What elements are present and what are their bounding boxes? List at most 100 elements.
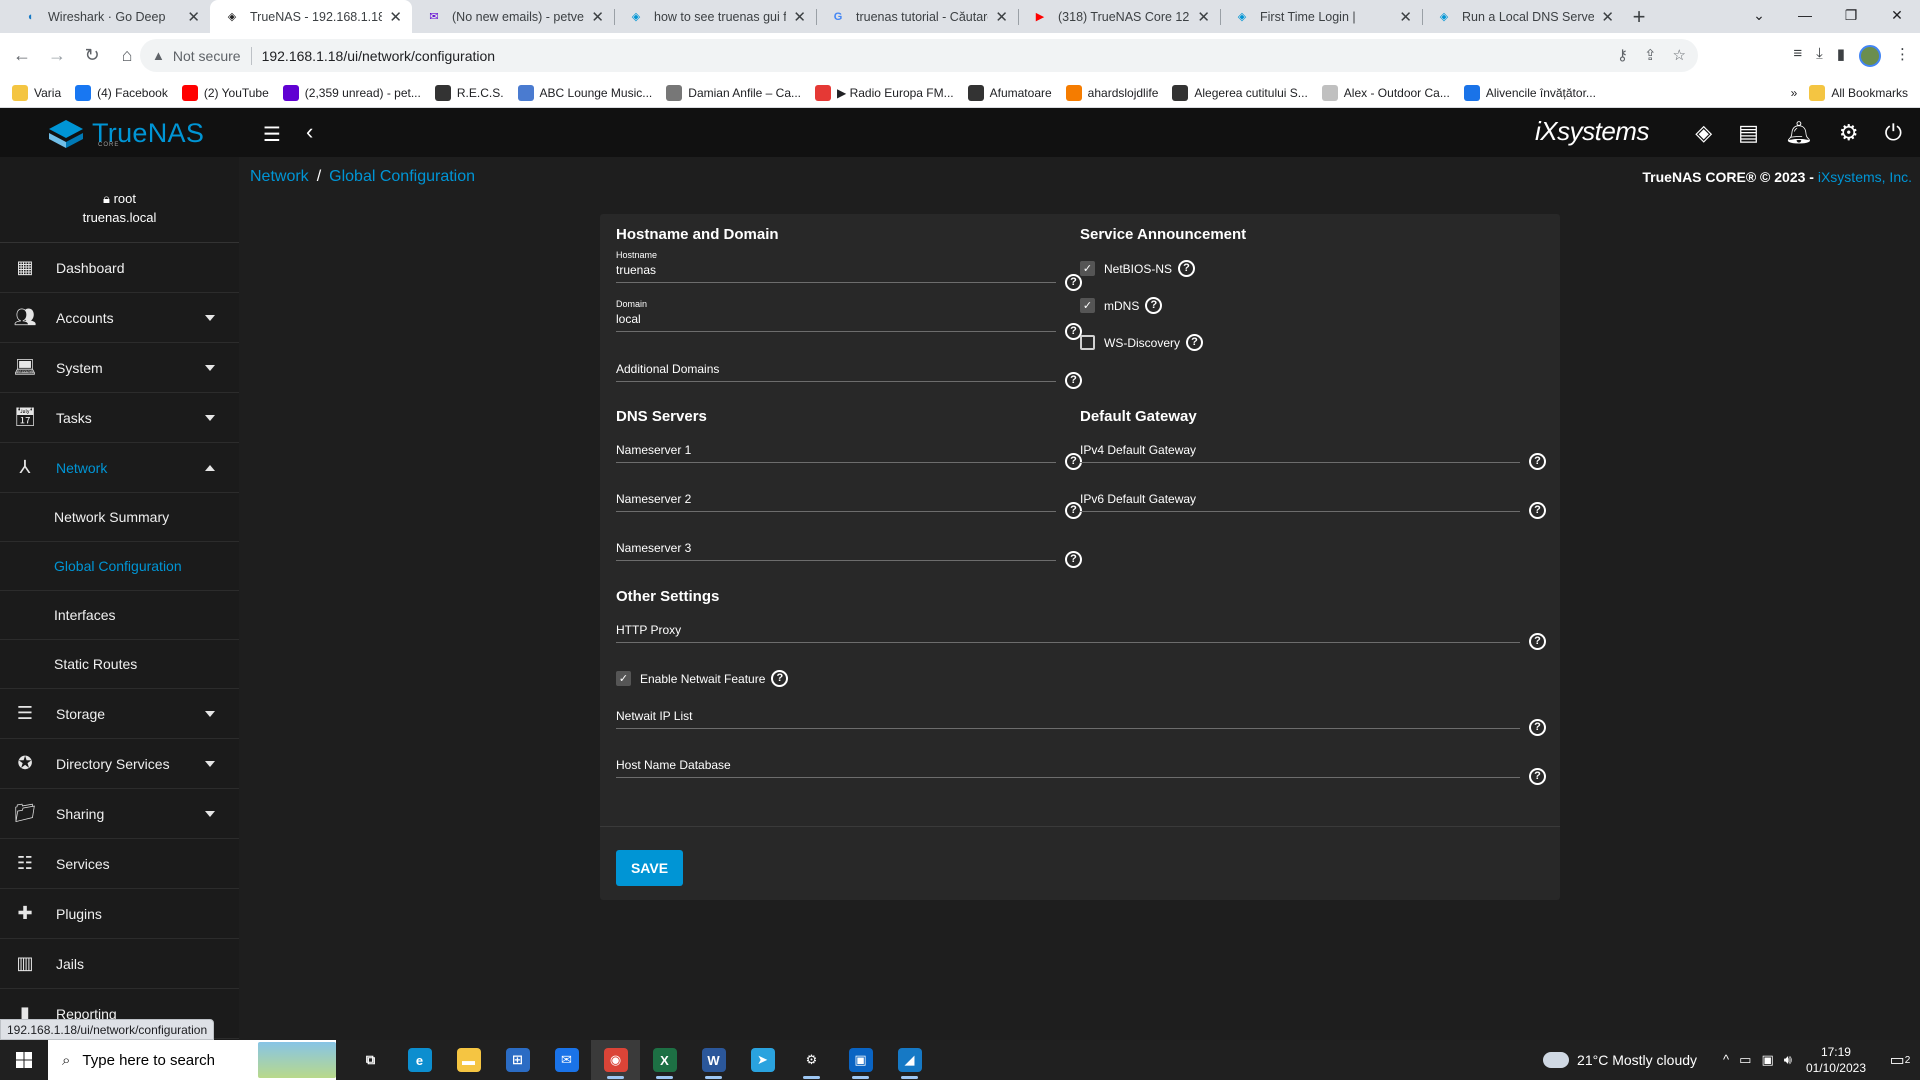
warning-icon[interactable]: ▲ <box>152 48 165 63</box>
netbios-help-icon[interactable]: ? <box>1178 260 1196 277</box>
taskbar-app-mail[interactable]: ✉ <box>542 1040 591 1080</box>
sidebar-item-dashboard[interactable]: ▦ Dashboard <box>0 243 239 293</box>
checkbox-checked-icon[interactable]: ✓ <box>1080 261 1095 276</box>
taskbar-app-word[interactable]: W <box>689 1040 738 1080</box>
netbios-checkbox[interactable]: ✓ NetBIOS-NS ? <box>1080 260 1196 277</box>
close-tab-icon[interactable]: ✕ <box>187 8 200 26</box>
bookmark-item[interactable]: ABC Lounge Music... <box>517 84 652 101</box>
chevron-up-icon[interactable]: ^ <box>1723 1052 1729 1068</box>
ipv6-gateway-help-icon[interactable]: ? <box>1529 502 1546 519</box>
star-icon[interactable]: ☆ <box>1673 46 1686 64</box>
truecommand-icon[interactable]: ◈ <box>1695 120 1712 146</box>
browser-tab-truenas[interactable]: ◈ TrueNAS - 192.168.1.18 ✕ <box>210 0 412 33</box>
sidebar-item-storage[interactable]: ☰ Storage <box>0 689 239 739</box>
close-tab-icon[interactable]: ✕ <box>995 8 1008 26</box>
taskbar-app-settings[interactable]: ⚙ <box>787 1040 836 1080</box>
sidebar-item-accounts[interactable]: 👥︎ Accounts <box>0 293 239 343</box>
taskbar-app-edge[interactable]: e <box>395 1040 444 1080</box>
caret-down-icon[interactable] <box>205 415 215 421</box>
hostname-field[interactable]: Hostname truenas <box>616 247 1056 283</box>
sidebar-item-sharing[interactable]: 📁︎ Sharing <box>0 789 239 839</box>
sidebar-item-services[interactable]: ☷ Services <box>0 839 239 889</box>
http-proxy-help-icon[interactable]: ? <box>1529 633 1546 650</box>
notification-center[interactable]: ▭ 2 <box>1880 1050 1920 1070</box>
restore-icon[interactable]: ❐ <box>1828 0 1874 33</box>
sidebar-item-network[interactable]: ⅄ Network <box>0 443 239 493</box>
host-name-database-field[interactable]: Host Name Database <box>616 745 1520 778</box>
browser-tab-search[interactable]: G truenas tutorial - Căutare ✕ <box>816 0 1018 33</box>
windows-start-button[interactable] <box>0 1040 48 1080</box>
more-bookmarks-button[interactable]: » <box>1791 86 1798 100</box>
domain-field[interactable]: Domain local <box>616 296 1056 332</box>
nameserver-1-field[interactable]: Nameserver 1 <box>616 430 1056 463</box>
all-bookmarks-button[interactable]: All Bookmarks <box>1809 85 1908 101</box>
host-name-database-help-icon[interactable]: ? <box>1529 768 1546 785</box>
bookmark-item[interactable]: Alegerea cutitului S... <box>1172 84 1308 101</box>
taskbar-app-file-explorer[interactable]: ▬ <box>444 1040 493 1080</box>
new-tab-button[interactable]: + <box>1624 0 1654 33</box>
checkbox-unchecked-icon[interactable] <box>1080 335 1095 350</box>
clock[interactable]: 17:19 01/10/2023 <box>1806 1044 1866 1076</box>
forward-arrow-icon[interactable]: → <box>44 43 70 69</box>
download-icon[interactable]: ⤓ <box>1816 45 1823 67</box>
sidebar-item-system[interactable]: 💻︎ System <box>0 343 239 393</box>
bookmark-item[interactable]: Afumatoare <box>967 84 1052 101</box>
netwait-ip-list-help-icon[interactable]: ? <box>1529 719 1546 736</box>
caret-down-icon[interactable] <box>205 761 215 767</box>
mdns-help-icon[interactable]: ? <box>1145 297 1163 314</box>
ixsystems-logo[interactable]: iXsystems <box>1535 116 1649 147</box>
ipv4-gateway-help-icon[interactable]: ? <box>1529 453 1546 470</box>
sidebar-item-tasks[interactable]: 📅︎ Tasks <box>0 393 239 443</box>
taskbar-search[interactable]: ⌕ Type here to search <box>48 1040 336 1080</box>
home-icon[interactable]: ⌂ <box>114 43 140 69</box>
browser-tab-truenas-gui[interactable]: ◈ how to see truenas gui fro ✕ <box>614 0 816 33</box>
taskbar-app-chrome[interactable]: ◉ <box>591 1040 640 1080</box>
gear-icon[interactable]: ⚙ <box>1839 120 1859 146</box>
security-label[interactable]: Not secure <box>173 48 241 64</box>
weather-widget[interactable]: 21°C Mostly cloudy <box>1543 1052 1697 1068</box>
bookmark-item[interactable]: (4) Facebook <box>75 84 168 101</box>
hostname-value[interactable]: truenas <box>616 263 656 277</box>
menu-icon[interactable]: ☰ <box>263 122 281 147</box>
browser-tab-first-login[interactable]: ◈ First Time Login | ✕ <box>1220 0 1422 33</box>
checkbox-checked-icon[interactable]: ✓ <box>1080 298 1095 313</box>
taskbar-app-task-view[interactable]: ⧉ <box>346 1040 395 1080</box>
ixsystems-link[interactable]: iXsystems, Inc. <box>1818 169 1912 185</box>
mdns-checkbox[interactable]: ✓ mDNS ? <box>1080 297 1163 314</box>
sidebar-item-directory-services[interactable]: ✪ Directory Services <box>0 739 239 789</box>
tab-search-icon[interactable]: ⌄ <box>1736 0 1782 33</box>
bookmark-item[interactable]: ahardslojdlife <box>1065 84 1158 101</box>
profile-avatar[interactable] <box>1859 45 1881 67</box>
bookmark-item[interactable]: Alex - Outdoor Ca... <box>1321 84 1450 101</box>
netwait-ip-list-field[interactable]: Netwait IP List <box>616 696 1520 729</box>
nameserver-3-field[interactable]: Nameserver 3 <box>616 528 1056 561</box>
taskbar-app-excel[interactable]: X <box>640 1040 689 1080</box>
sidebar-subitem-interfaces[interactable]: Interfaces <box>0 591 239 640</box>
http-proxy-field[interactable]: HTTP Proxy <box>616 610 1520 643</box>
minimize-icon[interactable]: — <box>1782 0 1828 33</box>
bookmark-item[interactable]: Alivencile învățător... <box>1463 84 1596 101</box>
caret-down-icon[interactable] <box>205 365 215 371</box>
close-tab-icon[interactable]: ✕ <box>1197 8 1210 26</box>
bookmark-item[interactable]: Varia <box>12 84 61 101</box>
bookmark-item[interactable]: (2) YouTube <box>181 84 269 101</box>
key-icon[interactable]: ⚷ <box>1617 46 1628 64</box>
additional-domains-field[interactable]: Additional Domains <box>616 349 1056 382</box>
ws-discovery-checkbox[interactable]: WS-Discovery ? <box>1080 334 1204 351</box>
ipv6-gateway-field[interactable]: IPv6 Default Gateway <box>1080 479 1520 512</box>
breadcrumb-current[interactable]: Global Configuration <box>329 168 475 185</box>
save-button[interactable]: SAVE <box>616 850 683 886</box>
reload-icon[interactable]: ↻ <box>79 43 105 69</box>
browser-tab-mail[interactable]: ✉ (No new emails) - petvet_ ✕ <box>412 0 614 33</box>
close-tab-icon[interactable]: ✕ <box>1601 8 1614 26</box>
sidebar-item-plugins[interactable]: ✚ Plugins <box>0 889 239 939</box>
ipv4-gateway-field[interactable]: IPv4 Default Gateway <box>1080 430 1520 463</box>
network-tray-icon[interactable]: ▣ <box>1761 1052 1773 1068</box>
browser-tab-dns[interactable]: ◈ Run a Local DNS Server fo ✕ <box>1422 0 1624 33</box>
more-menu-icon[interactable]: ⋮ <box>1895 45 1910 67</box>
bookmark-item[interactable]: ▶ Radio Europa FM... <box>815 84 954 101</box>
sidebar-subitem-global-configuration[interactable]: Global Configuration <box>0 542 239 591</box>
collapse-sidebar-icon[interactable]: ‹ <box>306 119 313 145</box>
caret-up-icon[interactable] <box>205 465 215 471</box>
ws-discovery-help-icon[interactable]: ? <box>1186 334 1204 351</box>
